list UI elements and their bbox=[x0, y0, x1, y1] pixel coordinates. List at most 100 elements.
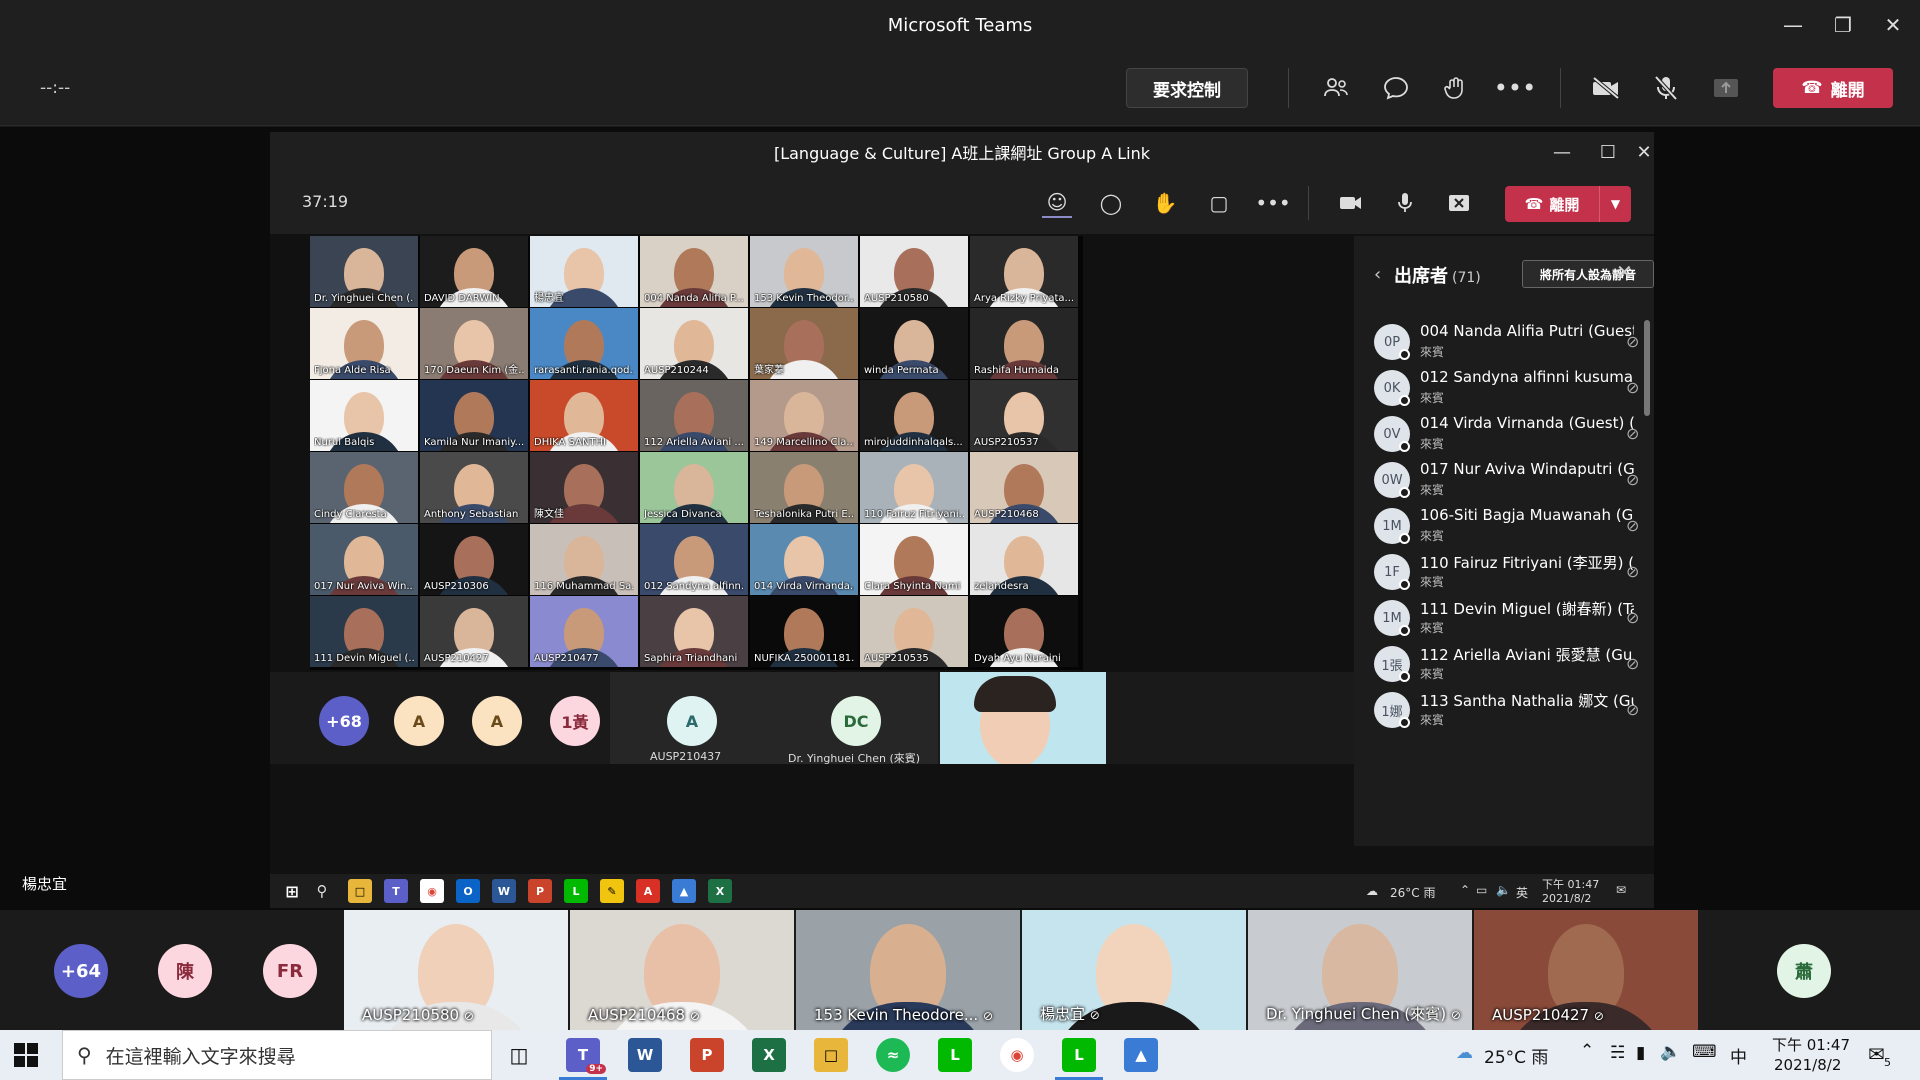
photos-icon[interactable]: ▲ bbox=[1124, 1038, 1158, 1072]
video-tile: AUSP210468 bbox=[970, 452, 1078, 523]
close-icon: ✕ bbox=[1616, 260, 1633, 284]
scrollbar bbox=[1644, 320, 1650, 416]
keyboard-icon[interactable]: ⌨ bbox=[1692, 1042, 1717, 1062]
spotify-icon[interactable]: ≈ bbox=[876, 1038, 910, 1072]
mic-off-icon: ⊘ bbox=[1626, 562, 1640, 581]
minimize-icon[interactable]: — bbox=[1768, 0, 1818, 50]
avatar: 1黃 bbox=[550, 696, 600, 746]
video-tile: DHIKA SANTHI bbox=[530, 380, 638, 451]
participant-name: 110 Fairuz Fitriyani (李亚男) (... bbox=[1420, 554, 1634, 572]
participants-list: 0P 004 Nanda Alifia Putri (Guest)... 來賓 ⊘ 0K… bbox=[1354, 316, 1654, 836]
participant-video-tile[interactable]: Dr. Yinghuei Chen (來賓) ⊘ bbox=[1248, 910, 1472, 1030]
title-bar: Microsoft Teams — ❐ ✕ bbox=[0, 0, 1920, 50]
participants-icon[interactable] bbox=[1318, 70, 1354, 106]
chat-icon[interactable] bbox=[1378, 70, 1414, 106]
shared-windows-taskbar: ⊞ ⚲ □ T ◉ O W P L ✎ A ▲ X ☁ 26°C 雨 ⌃ ▭ 🔈… bbox=[270, 874, 1654, 908]
chevron-up-icon[interactable]: ⌃ bbox=[1580, 1041, 1594, 1061]
video-tile: 153 Kevin Theodor... bbox=[750, 236, 858, 307]
video-tile: AUSP210427 bbox=[420, 596, 528, 667]
windows-start-icon: ⊞ bbox=[285, 881, 299, 901]
video-tile: 012 Sandyna alfinn... bbox=[640, 524, 748, 595]
participant-name: Dr. Yinghuei Chen (... bbox=[314, 293, 414, 304]
participant-role: 來賓 bbox=[1420, 575, 1445, 589]
avatar: 0V bbox=[1374, 416, 1410, 452]
participant-name-text: 楊忠宜 bbox=[1040, 1005, 1086, 1023]
request-control-button[interactable]: 要求控制 bbox=[1126, 68, 1248, 108]
restore-icon[interactable]: ❐ bbox=[1818, 0, 1868, 50]
participant-video-tile[interactable]: 153 Kevin Theodore... ⊘ bbox=[796, 910, 1020, 1030]
line-icon[interactable]: L bbox=[938, 1038, 972, 1072]
participant-role: 來賓 bbox=[1420, 483, 1445, 497]
weather-text[interactable]: 25°C 雨 bbox=[1484, 1043, 1548, 1068]
more-options-icon[interactable]: ••• bbox=[1494, 70, 1536, 106]
clock-date[interactable]: 2021/8/2 bbox=[1774, 1056, 1841, 1074]
participant-name: rarasanti.rania.qod... bbox=[534, 365, 634, 376]
avatar[interactable]: 蕭 bbox=[1777, 944, 1831, 998]
powerpoint-icon: P bbox=[528, 879, 552, 903]
mic-off-icon: ⊘ bbox=[1626, 608, 1640, 627]
avatar: A bbox=[472, 696, 522, 746]
avatar: 1F bbox=[1374, 554, 1410, 590]
participant-name: AUSP210537 bbox=[974, 437, 1039, 448]
close-icon: ✕ bbox=[1636, 141, 1652, 163]
avatar[interactable]: 陳 bbox=[158, 944, 212, 998]
video-tile: 014 Virda Virnanda... bbox=[750, 524, 858, 595]
clock-time[interactable]: 下午 01:47 bbox=[1772, 1034, 1850, 1055]
avatar-initials: 0V bbox=[1383, 426, 1401, 442]
notification-icon: ✉ bbox=[1616, 883, 1627, 897]
share-tray-icon[interactable] bbox=[1708, 70, 1744, 106]
excel-icon: X bbox=[708, 879, 732, 903]
video-tile: Dr. Yinghuei Chen (... bbox=[310, 236, 418, 307]
participant-name: Dr. Yinghuei Chen (來賓) ⊘ bbox=[1266, 1003, 1461, 1024]
participant-video-tile[interactable]: AUSP210427 ⊘ bbox=[1474, 910, 1698, 1030]
avatar[interactable]: FR bbox=[263, 944, 317, 998]
participant-name: 004 Nanda Alifia P... bbox=[644, 293, 744, 304]
excel-icon[interactable]: X bbox=[752, 1038, 786, 1072]
close-icon[interactable]: ✕ bbox=[1868, 0, 1918, 50]
teams-icon[interactable]: T 9+ bbox=[566, 1038, 606, 1074]
volume-icon[interactable]: 🔈 bbox=[1660, 1042, 1681, 1062]
reactions-icon[interactable] bbox=[1438, 70, 1474, 106]
file-explorer-icon[interactable]: □ bbox=[814, 1038, 848, 1072]
chrome-icon[interactable]: ◉ bbox=[1000, 1038, 1034, 1072]
video-tile: DAVID DARWIN bbox=[420, 236, 528, 307]
shared-window-title-bar: [Language & Culture] A班上課網址 Group A Link… bbox=[270, 132, 1654, 172]
participant-name: AUSP210468 ⊘ bbox=[588, 1006, 700, 1024]
participant-name: Nurul Balqis bbox=[314, 437, 375, 448]
participant-name: Dyah Ayu Nuraini bbox=[974, 653, 1061, 664]
line-icon[interactable]: L bbox=[1062, 1038, 1096, 1072]
avatar: DC bbox=[831, 696, 881, 746]
wifi-icon[interactable]: ☵ bbox=[1610, 1043, 1625, 1063]
more-participants-badge[interactable]: +64 bbox=[54, 944, 108, 998]
leave-button[interactable]: ☎ 離開 bbox=[1773, 68, 1893, 108]
participant-video-tile[interactable]: AUSP210580 ⊘ bbox=[344, 910, 568, 1030]
participant-name: 153 Kevin Theodore... ⊘ bbox=[814, 1006, 993, 1024]
participant-video-tile[interactable]: 楊忠宜 ⊘ bbox=[1022, 910, 1246, 1030]
notification-icon[interactable]: ✉ 5 bbox=[1868, 1042, 1891, 1069]
mic-off-icon: ⊘ bbox=[463, 1009, 474, 1023]
search-placeholder: 在這裡輸入文字來搜尋 bbox=[105, 1045, 296, 1068]
meeting-timer: --:-- bbox=[40, 78, 71, 98]
powerpoint-icon[interactable]: P bbox=[690, 1038, 724, 1072]
video-tile: Anthony Sebastian bbox=[420, 452, 528, 523]
participant-name: 149 Marcellino Cla... bbox=[754, 437, 854, 448]
mic-off-icon[interactable] bbox=[1648, 70, 1684, 106]
participant-video-tile[interactable]: AUSP210468 ⊘ bbox=[570, 910, 794, 1030]
participant-name: Rashifa Humaida bbox=[974, 365, 1059, 376]
ime-indicator: 英 bbox=[1516, 886, 1529, 900]
video-tile: 陳文佳 bbox=[530, 452, 638, 523]
avatar: 0K bbox=[1374, 370, 1410, 406]
ime-indicator[interactable]: 中 bbox=[1730, 1043, 1747, 1068]
battery-icon[interactable]: ▮ bbox=[1636, 1043, 1645, 1063]
outlook-icon: O bbox=[456, 879, 480, 903]
taskbar-search[interactable]: ⚲ 在這裡輸入文字來搜尋 bbox=[62, 1030, 492, 1080]
weather-icon[interactable]: ☁ bbox=[1456, 1043, 1473, 1063]
windows-start-icon[interactable] bbox=[14, 1043, 38, 1067]
participant-name: Jessica Divanca bbox=[644, 509, 722, 520]
task-view-icon[interactable]: ◫ bbox=[502, 1038, 536, 1072]
video-tile: 楊忠宜 bbox=[530, 236, 638, 307]
leave-label: 離開 bbox=[1830, 80, 1865, 101]
word-icon[interactable]: W bbox=[628, 1038, 662, 1072]
camera-off-icon[interactable] bbox=[1588, 70, 1624, 106]
avatar-initials: 0K bbox=[1383, 380, 1401, 396]
